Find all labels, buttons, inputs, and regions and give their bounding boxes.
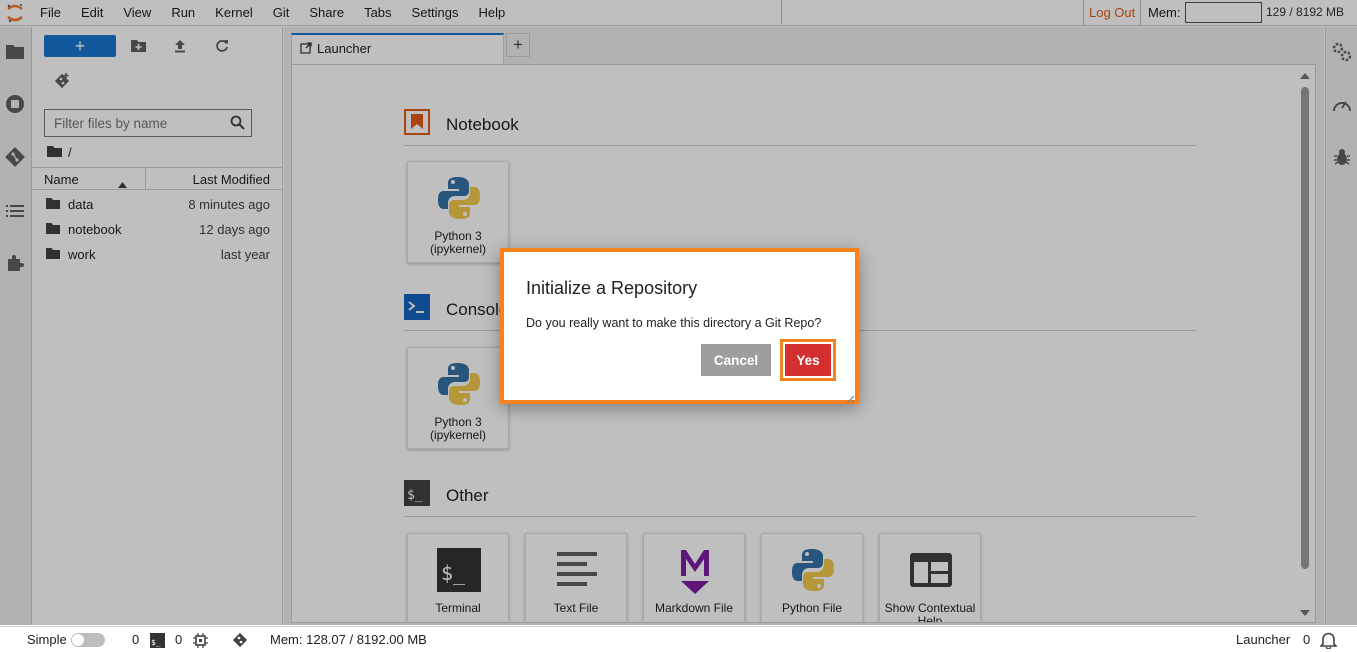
yes-button[interactable]: Yes <box>785 344 831 376</box>
resize-handle-icon[interactable] <box>846 391 855 404</box>
notification-bell-icon[interactable] <box>1319 631 1338 652</box>
notification-count: 0 <box>1303 632 1311 647</box>
simple-mode-label: Simple <box>27 632 67 647</box>
kernel-count: 0 <box>175 632 183 647</box>
dialog-message: Do you really want to make this director… <box>526 316 822 330</box>
memory-status: Mem: 128.07 / 8192.00 MB <box>270 632 427 647</box>
active-document-label: Launcher <box>1236 632 1291 647</box>
initialize-repository-dialog: Initialize a Repository Do you really wa… <box>500 248 859 404</box>
simple-mode-toggle[interactable] <box>71 633 105 647</box>
cancel-button[interactable]: Cancel <box>701 344 771 376</box>
status-bar: Simple 0 $_ 0 Mem: 128.07 / 8192.00 MB L… <box>0 626 1357 652</box>
git-status-icon[interactable] <box>232 632 248 651</box>
terminal-status-icon[interactable]: $_ <box>150 633 165 651</box>
dialog-title: Initialize a Repository <box>526 278 698 298</box>
terminal-count: 0 <box>132 632 140 647</box>
kernel-chip-icon[interactable] <box>193 633 208 651</box>
yes-button-highlight: Yes <box>780 339 836 381</box>
svg-text:$_: $_ <box>151 638 161 647</box>
